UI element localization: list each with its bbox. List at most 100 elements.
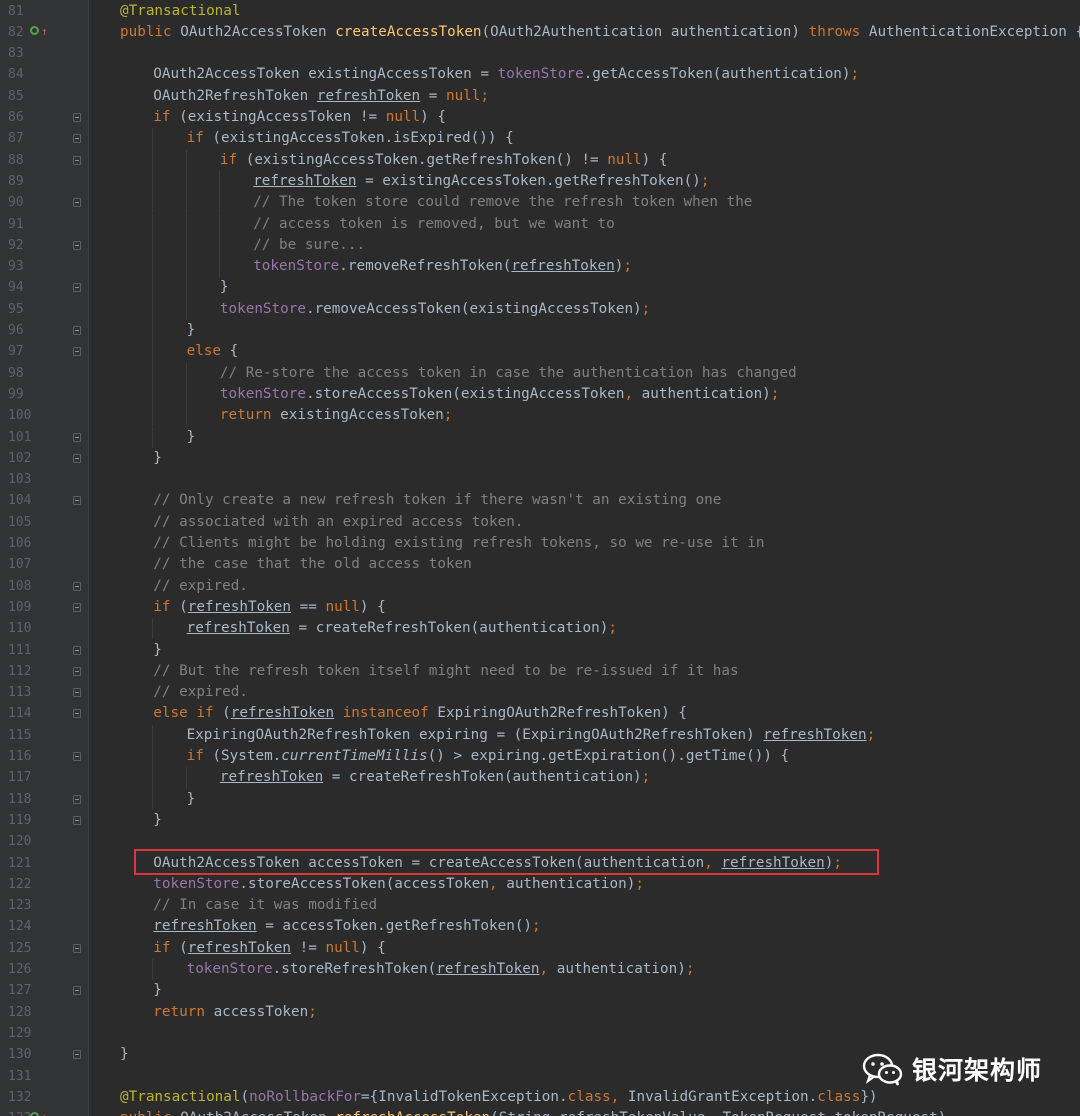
fold-icon[interactable]	[73, 240, 81, 250]
code-line[interactable]: 125 if (refreshToken != null) {	[0, 938, 1080, 959]
code-line[interactable]: 118}	[0, 788, 1080, 810]
code-line[interactable]: 99 tokenStore.storeAccessToken(existingAc…	[0, 383, 1080, 406]
code-line[interactable]: 127}	[0, 980, 1080, 1001]
code-line[interactable]: 129	[0, 1023, 1080, 1044]
fold-icon[interactable]	[73, 347, 81, 357]
fold-icon[interactable]	[73, 602, 81, 612]
fold-icon[interactable]	[73, 496, 81, 506]
line-number: 100	[8, 408, 32, 424]
fold-icon[interactable]	[73, 986, 81, 996]
implements-marker-icon[interactable]	[30, 1112, 39, 1116]
code-line[interactable]: 103	[0, 469, 1080, 490]
fold-icon[interactable]	[73, 432, 81, 442]
token-kw: ;	[641, 300, 651, 317]
code-line[interactable]: 116 if (System.currentTimeMillis() > expi…	[0, 746, 1080, 768]
override-arrow-icon[interactable]: ↑	[41, 26, 51, 38]
code-line[interactable]: 126 tokenStore.storeRefreshToken(refreshT…	[0, 959, 1080, 981]
code-text: }	[187, 789, 196, 810]
code-line[interactable]: 97 else {	[0, 341, 1080, 363]
override-markers[interactable]: ↑	[30, 25, 60, 40]
code-line[interactable]: 113 // expired.	[0, 682, 1080, 703]
code-line[interactable]: 117 refreshToken = createRefreshToken(aut…	[0, 767, 1080, 789]
code-line[interactable]: 106 // Clients might be holding existing …	[0, 533, 1080, 554]
token-cm: // access token is removed, but we want …	[253, 215, 615, 232]
indent-guide	[218, 192, 220, 214]
fold-icon[interactable]	[73, 198, 81, 208]
code-line[interactable]: 104 // Only create a new refresh token if…	[0, 490, 1080, 511]
code-line[interactable]: 85 OAuth2RefreshToken refreshToken = null…	[0, 86, 1080, 107]
code-line[interactable]: 96}	[0, 320, 1080, 342]
fold-icon[interactable]	[73, 581, 81, 591]
code-line[interactable]: 108 // expired.	[0, 576, 1080, 597]
code-line[interactable]: 111}	[0, 640, 1080, 661]
code-line[interactable]: 83	[0, 43, 1080, 64]
code-line[interactable]: 91 // access token is removed, but we wan…	[0, 213, 1080, 235]
code-line[interactable]: 89 refreshToken = existingAccessToken.get…	[0, 170, 1080, 193]
code-line[interactable]: 105 // associated with an expired access …	[0, 512, 1080, 533]
code-text: // associated with an expired access tok…	[153, 512, 523, 533]
override-markers[interactable]: ↑	[30, 1112, 60, 1116]
fold-icon[interactable]	[73, 1050, 81, 1060]
code-line[interactable]: 122 tokenStore.storeAccessToken(accessTok…	[0, 874, 1080, 895]
code-line[interactable]: 100 return existingAccessToken;	[0, 405, 1080, 427]
fold-icon[interactable]	[73, 709, 81, 719]
code-line[interactable]: 123 // In case it was modified	[0, 895, 1080, 916]
fold-icon[interactable]	[73, 326, 81, 335]
code-line[interactable]: 98 // Re-store the access token in case t…	[0, 362, 1080, 384]
fold-icon[interactable]	[73, 645, 81, 655]
code-line[interactable]: 87 if (existingAccessToken.isExpired()) {	[0, 128, 1080, 150]
code-line[interactable]: 107 // the case that the old access token	[0, 554, 1080, 575]
code-line[interactable]: 119}	[0, 810, 1080, 831]
code-text: if (existingAccessToken.getRefreshToken(…	[220, 150, 668, 171]
implements-marker-icon[interactable]	[30, 25, 39, 35]
fold-icon[interactable]	[73, 113, 81, 122]
code-line[interactable]: 95 tokenStore.removeAccessToken(existingA…	[0, 298, 1080, 320]
token-cm: // In case it was modified	[153, 897, 378, 914]
code-line[interactable]: 93 tokenStore.removeRefreshToken(refreshT…	[0, 256, 1080, 278]
code-editor[interactable]: 81 @Transactional 82 ↑ public OAuth2AccessTo…	[0, 0, 1080, 1116]
code-text: tokenStore.removeRefreshToken(refreshTok…	[253, 256, 632, 277]
fold-icon[interactable]	[73, 283, 81, 293]
code-line[interactable]: 133↑public OAuth2AccessToken refreshAcce…	[0, 1108, 1080, 1116]
token-cm: // be sure...	[253, 236, 366, 253]
token-kw: ,	[624, 385, 642, 402]
code-line[interactable]: 84 OAuth2AccessToken existingAccessToken …	[0, 64, 1080, 85]
line-number: 81	[8, 3, 24, 19]
token-kw: public	[120, 1110, 180, 1116]
token-ul: refreshToken	[436, 961, 540, 977]
line-number: 124	[8, 919, 32, 935]
code-line[interactable]: 109 if (refreshToken == null) {	[0, 597, 1080, 618]
code-line[interactable]: 110 refreshToken = createRefreshToken(aut…	[0, 618, 1080, 640]
code-line[interactable]: 114 else if (refreshToken instanceof Expi…	[0, 703, 1080, 724]
code-line[interactable]: 102}	[0, 448, 1080, 469]
fold-icon[interactable]	[73, 794, 81, 804]
code-line[interactable]: 86 if (existingAccessToken != null) {	[0, 107, 1080, 128]
code-line[interactable]: 90 // The token store could remove the re…	[0, 192, 1080, 214]
fold-icon[interactable]	[73, 815, 81, 825]
code-area[interactable]: 81 @Transactional 82 ↑ public OAuth2AccessTo…	[0, 0, 1080, 1116]
code-line[interactable]: 94}	[0, 277, 1080, 299]
fold-icon[interactable]	[73, 134, 81, 144]
token-fd: tokenStore	[186, 961, 273, 977]
code-line[interactable]: 132 @Transactional(noRollbackFor={Invalid…	[0, 1087, 1080, 1108]
fold-icon[interactable]	[73, 155, 81, 165]
code-line[interactable]: 88 if (existingAccessToken.getRefreshToke…	[0, 149, 1080, 171]
fold-icon[interactable]	[73, 943, 81, 953]
token-text: {	[229, 343, 239, 360]
code-line[interactable]: 115 ExpiringOAuth2RefreshToken expiring =…	[0, 724, 1080, 746]
fold-icon[interactable]	[73, 688, 81, 698]
fold-icon[interactable]	[73, 752, 81, 761]
code-line[interactable]: 124 refreshToken = accessToken.getRefresh…	[0, 916, 1080, 937]
override-arrow-icon[interactable]: ↑	[41, 1112, 51, 1116]
code-line[interactable]: 128 return accessToken;	[0, 1002, 1080, 1023]
code-line[interactable]: 82 ↑ public OAuth2AccessToken createAccess…	[0, 22, 1080, 43]
fold-icon[interactable]	[73, 666, 81, 676]
code-text: OAuth2AccessToken existingAccessToken = …	[153, 64, 859, 85]
code-line[interactable]: 101}	[0, 426, 1080, 448]
code-line[interactable]: 92 // be sure...	[0, 234, 1080, 257]
fold-icon[interactable]	[73, 453, 81, 463]
code-line[interactable]: 81 @Transactional	[0, 1, 1080, 22]
token-text: authentication)	[506, 875, 636, 892]
code-line[interactable]: 112 // But the refresh token itself might…	[0, 661, 1080, 682]
